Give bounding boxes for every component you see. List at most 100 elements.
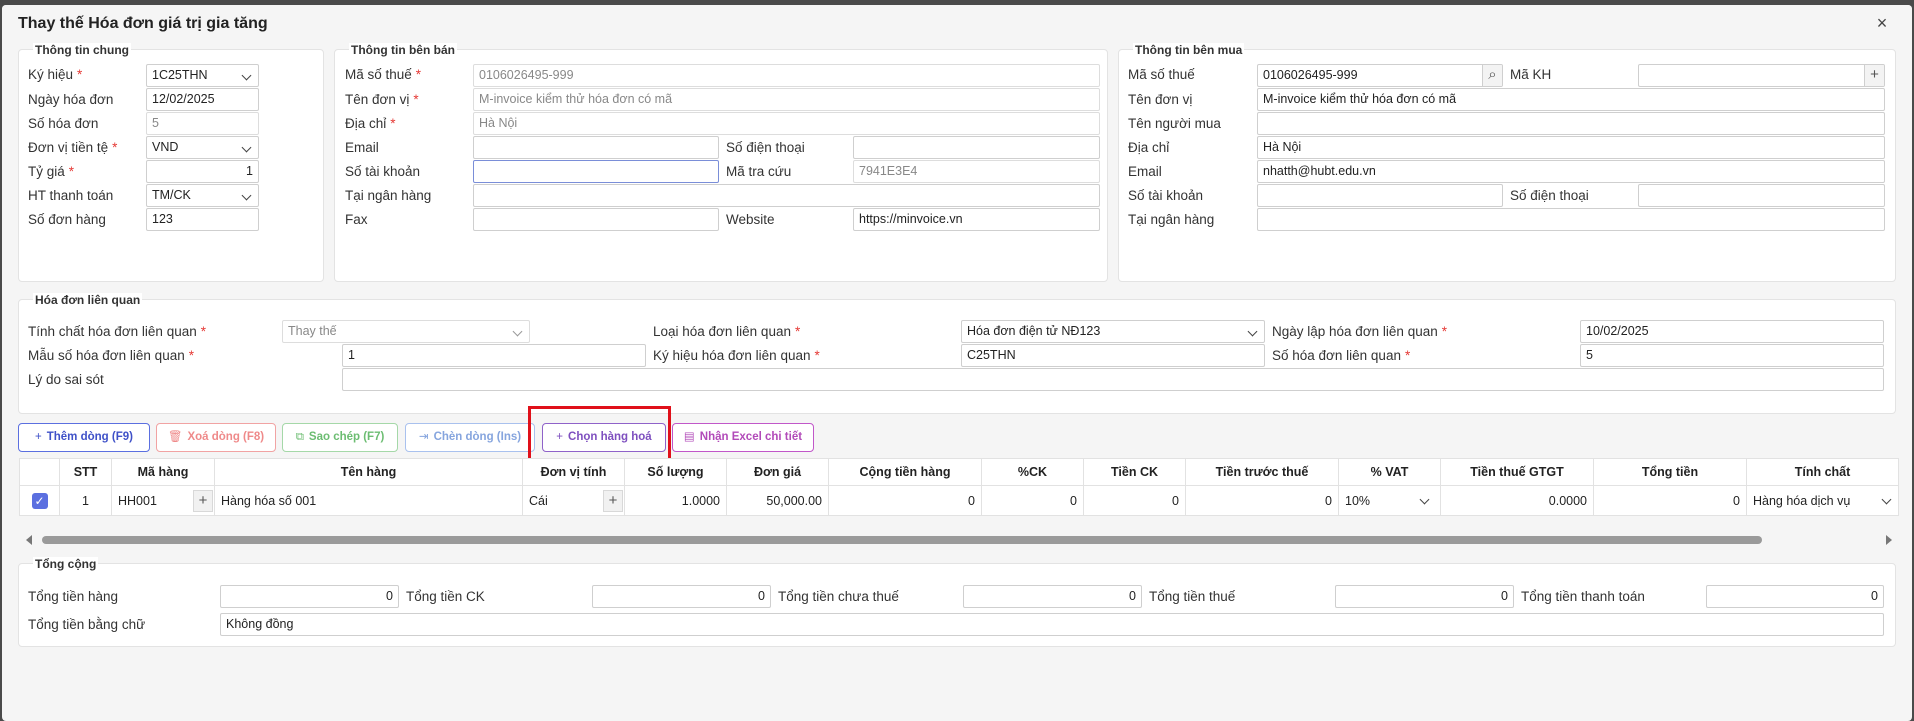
row-vat-amount-cell[interactable]: 0.0000	[1440, 485, 1594, 516]
row-amount-cell[interactable]: 0	[828, 485, 982, 516]
exchange-rate-label: Tỷ giá *	[28, 164, 75, 179]
related-nature-select: Thay thế	[282, 320, 530, 343]
column-header: Tiền CK	[1083, 458, 1186, 486]
total-goods-label: Tổng tiền hàng	[28, 589, 119, 604]
buyer-person-field[interactable]	[1257, 112, 1885, 135]
chevron-down-icon	[241, 190, 252, 201]
row-unit-cell[interactable]: Cái +	[522, 485, 625, 516]
related-date-label: Ngày lập hóa đơn liên quan *	[1272, 324, 1447, 339]
buyer-info-panel: Thông tin bên mua Mã số thuế 0106026495-…	[1118, 43, 1896, 282]
related-invoice-panel: Hóa đơn liên quan Tính chất hóa đơn liên…	[18, 293, 1896, 414]
seller-website-label: Website	[726, 212, 775, 227]
seller-name-label: Tên đơn vị *	[345, 92, 419, 107]
row-name-cell[interactable]: Hàng hóa số 001	[214, 485, 523, 516]
row-vat-select[interactable]: 10%	[1338, 485, 1441, 516]
row-code-cell[interactable]: HH001 +	[111, 485, 215, 516]
trash-icon: 🗑	[167, 431, 183, 443]
scroll-left-icon[interactable]	[26, 535, 32, 545]
seller-name-field: M-invoice kiểm thử hóa đơn có mã	[473, 88, 1100, 111]
invoice-number-label: Số hóa đơn	[28, 116, 99, 131]
row-checkbox[interactable]: ✓	[19, 485, 60, 516]
column-header: Đơn giá	[726, 458, 829, 486]
chevron-down-icon	[512, 326, 523, 337]
seller-email-label: Email	[345, 140, 379, 155]
invoice-number-field: 5	[146, 112, 259, 135]
total-tax-field: 0	[1335, 585, 1514, 608]
seller-tax-label: Mã số thuế *	[345, 67, 422, 82]
plus-icon[interactable]: +	[193, 490, 213, 512]
total-ck-field: 0	[592, 585, 771, 608]
related-number-label: Số hóa đơn liên quan *	[1272, 348, 1411, 363]
exchange-rate-field[interactable]: 1	[146, 160, 259, 183]
related-template-label: Mẫu số hóa đơn liên quan *	[28, 348, 194, 363]
row-before-tax-cell[interactable]: 0	[1185, 485, 1339, 516]
related-template-field[interactable]: 1	[342, 344, 646, 367]
row-ck-cell[interactable]: 0	[1083, 485, 1186, 516]
total-words-field: Không đồng	[220, 613, 1884, 636]
select-column-header	[19, 458, 60, 486]
customer-code-field[interactable]: +	[1638, 64, 1885, 87]
row-ck-pct-cell[interactable]: 0	[981, 485, 1084, 516]
search-icon[interactable]: ⌕	[1482, 65, 1502, 86]
plus-icon[interactable]: +	[1864, 65, 1884, 86]
highlight-box	[528, 406, 671, 464]
scrollbar-thumb[interactable]	[42, 536, 1762, 544]
column-header: Tổng tiền	[1593, 458, 1747, 486]
invoice-date-field[interactable]: 12/02/2025	[146, 88, 259, 111]
buyer-tax-label: Mã số thuế	[1128, 67, 1195, 82]
buyer-address-field[interactable]: Hà Nội	[1257, 136, 1885, 159]
scroll-right-icon[interactable]	[1886, 535, 1892, 545]
seller-email-field[interactable]	[473, 136, 719, 159]
column-header: STT	[59, 458, 112, 486]
payment-method-select[interactable]: TM/CK	[146, 184, 259, 207]
chevron-down-icon	[1247, 326, 1258, 337]
seller-account-field[interactable]	[473, 160, 719, 183]
general-info-legend: Thông tin chung	[33, 43, 131, 57]
row-nature-select[interactable]: Hàng hóa dịch vụ	[1746, 485, 1899, 516]
row-qty-cell[interactable]: 1.0000	[624, 485, 727, 516]
buyer-person-label: Tên người mua	[1128, 116, 1221, 131]
buyer-account-field[interactable]	[1257, 184, 1503, 207]
error-reason-field[interactable]	[342, 368, 1884, 391]
total-pay-label: Tổng tiền thanh toán	[1521, 589, 1645, 604]
chevron-down-icon	[241, 142, 252, 153]
seller-address-field: Hà Nội	[473, 112, 1100, 135]
seller-tax-field: 0106026495-999	[473, 64, 1100, 87]
insert-row-button[interactable]: ⇥ Chèn dòng (Ins)	[405, 423, 535, 452]
seller-fax-field[interactable]	[473, 208, 719, 231]
related-number-field[interactable]: 5	[1580, 344, 1884, 367]
currency-select[interactable]: VND	[146, 136, 259, 159]
buyer-info-legend: Thông tin bên mua	[1133, 43, 1245, 57]
order-number-field[interactable]: 123	[146, 208, 259, 231]
seller-phone-field[interactable]	[853, 136, 1100, 159]
lookup-code-field: 7941E3E4	[853, 160, 1100, 183]
add-row-button[interactable]: + Thêm dòng (F9)	[18, 423, 150, 452]
buyer-bank-field[interactable]	[1257, 208, 1885, 231]
buyer-email-field[interactable]: nhatth@hubt.edu.vn	[1257, 160, 1885, 183]
buyer-phone-field[interactable]	[1638, 184, 1885, 207]
horizontal-scrollbar[interactable]	[22, 532, 1892, 546]
plus-icon[interactable]: +	[603, 490, 623, 512]
row-price-cell[interactable]: 50,000.00	[726, 485, 829, 516]
row-total-cell[interactable]: 0	[1593, 485, 1747, 516]
related-date-field[interactable]: 10/02/2025	[1580, 320, 1884, 343]
buyer-name-field[interactable]: M-invoice kiểm thử hóa đơn có mã	[1257, 88, 1885, 111]
order-number-label: Số đơn hàng	[28, 212, 106, 227]
symbol-label: Ký hiệu *	[28, 67, 83, 82]
copy-row-button[interactable]: ⧉ Sao chép (F7)	[282, 423, 398, 452]
symbol-select[interactable]: 1C25THN	[146, 64, 259, 87]
buyer-address-label: Địa chỉ	[1128, 140, 1170, 155]
related-symbol-field[interactable]: C25THN	[961, 344, 1265, 367]
close-icon[interactable]: ×	[1872, 13, 1892, 33]
import-excel-button[interactable]: ▤ Nhận Excel chi tiết	[672, 423, 814, 452]
buyer-email-label: Email	[1128, 164, 1162, 179]
total-tax-label: Tổng tiền thuế	[1149, 589, 1236, 604]
related-invoice-legend: Hóa đơn liên quan	[33, 293, 143, 307]
delete-row-button[interactable]: 🗑 Xoá dòng (F8)	[156, 423, 276, 452]
plus-icon: +	[35, 431, 42, 443]
related-type-select[interactable]: Hóa đơn điện tử NĐ123	[961, 320, 1265, 343]
seller-website-field[interactable]: https://minvoice.vn	[853, 208, 1100, 231]
payment-method-label: HT thanh toán	[28, 188, 114, 203]
seller-bank-field[interactable]	[473, 184, 1100, 207]
buyer-tax-field[interactable]: 0106026495-999 ⌕	[1257, 64, 1503, 87]
